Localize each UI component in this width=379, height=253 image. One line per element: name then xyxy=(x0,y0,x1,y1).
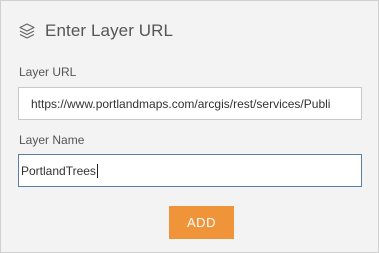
layer-url-input[interactable]: https://www.portlandmaps.com/arcgis/rest… xyxy=(18,87,362,120)
text-caret xyxy=(96,163,98,178)
enter-layer-url-panel: Enter Layer URL Layer URL https://www.po… xyxy=(0,0,379,253)
layer-url-value: https://www.portlandmaps.com/arcgis/rest… xyxy=(31,96,331,111)
panel-title: Enter Layer URL xyxy=(45,21,174,40)
layer-name-input[interactable]: PortlandTrees xyxy=(18,154,362,187)
layer-name-label: Layer Name xyxy=(19,133,85,147)
layer-name-value: PortlandTrees xyxy=(21,163,96,178)
add-button[interactable]: ADD xyxy=(169,206,234,239)
layer-url-label: Layer URL xyxy=(19,65,77,79)
panel-header: Enter Layer URL xyxy=(18,17,173,45)
layers-icon xyxy=(18,22,36,40)
